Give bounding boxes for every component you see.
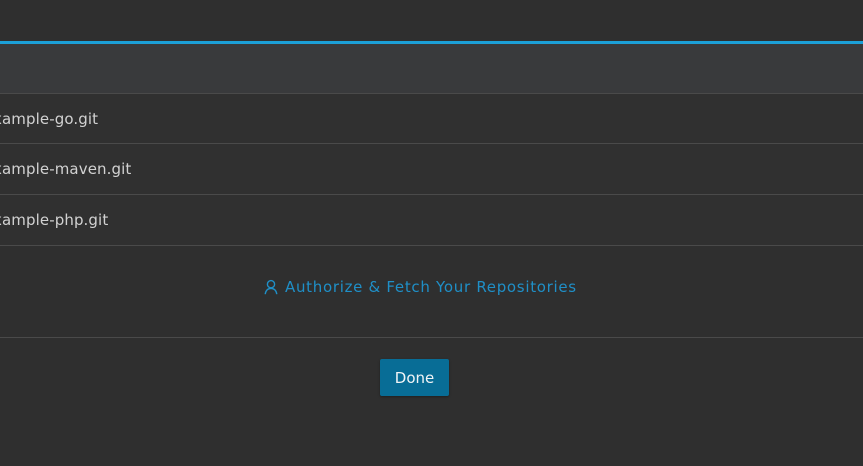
user-icon <box>264 279 278 295</box>
repository-dialog: xample-go.git xample-maven.git xample-ph… <box>0 0 863 466</box>
authorize-fetch-link[interactable]: Authorize & Fetch Your Repositories <box>264 278 577 296</box>
repository-item[interactable]: xample-go.git <box>0 94 863 144</box>
repository-name: xample-php.git <box>0 211 109 229</box>
repository-list: xample-go.git xample-maven.git xample-ph… <box>0 94 863 246</box>
repository-item[interactable]: xample-maven.git <box>0 144 863 195</box>
authorize-row: Authorize & Fetch Your Repositories <box>0 245 863 338</box>
authorize-fetch-label: Authorize & Fetch Your Repositories <box>285 278 577 296</box>
done-button[interactable]: Done <box>380 359 449 396</box>
repository-name: xample-go.git <box>0 109 99 128</box>
repository-name: xample-maven.git <box>0 160 132 178</box>
repository-list-header <box>0 44 863 94</box>
repository-item[interactable]: xample-php.git <box>0 195 863 246</box>
